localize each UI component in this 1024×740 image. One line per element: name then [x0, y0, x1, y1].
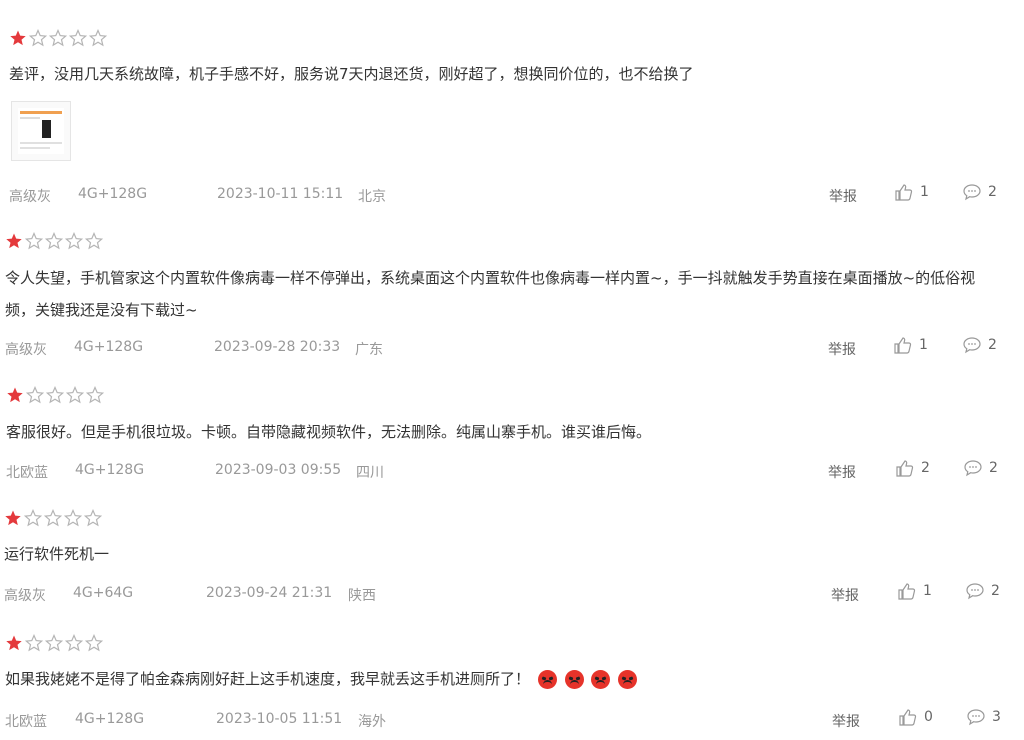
star-filled-icon — [6, 233, 22, 249]
star-empty-icon — [66, 386, 84, 403]
report-button[interactable]: 举报 — [831, 585, 859, 605]
review-location: 陕西 — [348, 588, 376, 604]
review-location: 四川 — [356, 465, 384, 481]
review-location: 广东 — [355, 342, 383, 358]
star-filled-icon — [5, 510, 21, 526]
star-empty-icon — [25, 232, 43, 249]
review-time: 2023-09-24 21:31 — [206, 585, 333, 601]
like-count: 1 — [920, 184, 929, 200]
product-color: 北欧蓝 — [6, 465, 48, 481]
comment-count: 2 — [991, 583, 1000, 599]
product-color: 北欧蓝 — [5, 714, 47, 730]
star-empty-icon — [45, 634, 63, 651]
star-rating — [5, 634, 103, 652]
thumbs-up-icon — [896, 460, 914, 477]
comment-button[interactable]: 2 — [963, 458, 998, 478]
star-empty-icon — [44, 509, 62, 526]
product-spec: 4G+128G — [74, 339, 144, 355]
review-photo-thumbnail[interactable] — [11, 101, 71, 161]
angry-face-emoji — [618, 670, 638, 689]
star-empty-icon — [86, 386, 104, 403]
star-empty-icon — [29, 29, 47, 46]
product-color: 高级灰 — [9, 189, 51, 205]
star-rating — [5, 232, 103, 250]
comment-bubble-icon — [963, 337, 981, 354]
like-button[interactable]: 1 — [894, 182, 929, 202]
comment-bubble-icon — [964, 460, 982, 477]
review-text: 差评，没用几天系统故障，机子手感不好，服务说7天内退还货，刚好超了，想换同价位的… — [9, 65, 694, 83]
angry-face-emoji — [564, 670, 584, 689]
star-empty-icon — [26, 386, 44, 403]
star-filled-icon — [7, 387, 23, 403]
like-count: 2 — [921, 460, 930, 476]
star-empty-icon — [46, 386, 64, 403]
like-count: 1 — [923, 583, 932, 599]
review-time: 2023-10-05 11:51 — [216, 711, 343, 727]
thumbs-up-icon — [895, 184, 913, 201]
like-count: 0 — [924, 709, 933, 725]
thumbs-up-icon — [894, 337, 912, 354]
report-button[interactable]: 举报 — [828, 462, 856, 482]
report-button[interactable]: 举报 — [829, 186, 857, 206]
comment-bubble-icon — [963, 184, 981, 201]
like-button[interactable]: 1 — [893, 335, 928, 355]
review-time: 2023-10-11 15:11 — [217, 186, 344, 202]
review-text-content: 如果我姥姥不是得了帕金森病刚好赶上这手机速度，我早就丢这手机进厕所了！ — [5, 670, 531, 688]
comment-count: 2 — [988, 184, 997, 200]
star-empty-icon — [89, 29, 107, 46]
report-button[interactable]: 举报 — [828, 339, 856, 359]
comment-count: 2 — [988, 337, 997, 353]
comment-bubble-icon — [967, 709, 985, 726]
review-location: 海外 — [358, 714, 386, 730]
star-filled-icon — [6, 635, 22, 651]
review-location: 北京 — [358, 189, 386, 205]
star-empty-icon — [65, 634, 83, 651]
review-time: 2023-09-03 09:55 — [215, 462, 342, 478]
star-filled-icon — [10, 30, 26, 46]
star-rating — [6, 386, 104, 404]
star-empty-icon — [25, 634, 43, 651]
product-color: 高级灰 — [4, 588, 46, 604]
like-button[interactable]: 2 — [895, 458, 930, 478]
star-empty-icon — [24, 509, 42, 526]
product-spec: 4G+128G — [78, 186, 148, 202]
star-empty-icon — [65, 232, 83, 249]
comment-button[interactable]: 2 — [962, 182, 997, 202]
review-text: 令人失望，手机管家这个内置软件像病毒一样不停弹出，系统桌面这个内置软件也像病毒一… — [5, 269, 976, 319]
report-button[interactable]: 举报 — [832, 711, 860, 731]
review-text: 客服很好。但是手机很垃圾。卡顿。自带隐藏视频软件，无法删除。纯属山寨手机。谁买谁… — [6, 423, 652, 441]
angry-face-emoji — [591, 670, 611, 689]
star-empty-icon — [45, 232, 63, 249]
product-spec: 4G+128G — [75, 711, 145, 727]
like-button[interactable]: 1 — [897, 581, 932, 601]
review-time: 2023-09-28 20:33 — [214, 339, 341, 355]
star-empty-icon — [85, 634, 103, 651]
like-count: 1 — [919, 337, 928, 353]
star-empty-icon — [84, 509, 102, 526]
thumbs-up-icon — [898, 583, 916, 600]
star-rating — [4, 509, 102, 527]
star-empty-icon — [49, 29, 67, 46]
review-text: 运行软件死机一 — [4, 545, 110, 563]
star-empty-icon — [64, 509, 82, 526]
thumbs-up-icon — [899, 709, 917, 726]
star-empty-icon — [69, 29, 87, 46]
product-spec: 4G+128G — [75, 462, 145, 478]
product-spec: 4G+64G — [73, 585, 134, 601]
comment-bubble-icon — [966, 583, 984, 600]
comment-count: 3 — [992, 709, 1001, 725]
angry-face-emoji — [537, 670, 557, 689]
review-text: 如果我姥姥不是得了帕金森病刚好赶上这手机速度，我早就丢这手机进厕所了！ — [5, 663, 638, 695]
comment-count: 2 — [989, 460, 998, 476]
like-button[interactable]: 0 — [898, 707, 933, 727]
star-empty-icon — [85, 232, 103, 249]
phone-screenshot-image — [18, 108, 64, 154]
product-color: 高级灰 — [5, 342, 47, 358]
comment-button[interactable]: 2 — [965, 581, 1000, 601]
comment-button[interactable]: 3 — [966, 707, 1001, 727]
comment-button[interactable]: 2 — [962, 335, 997, 355]
star-rating — [9, 29, 107, 47]
